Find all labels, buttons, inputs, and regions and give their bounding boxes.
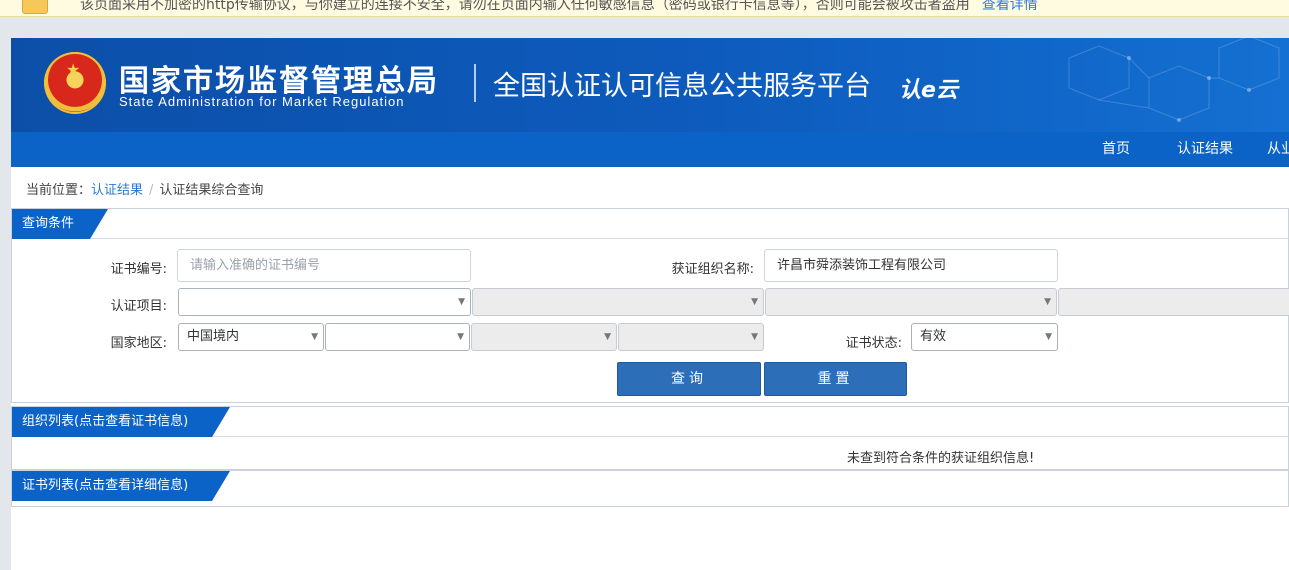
cert-status-select[interactable]: 有效 ▼ — [911, 323, 1058, 351]
breadcrumb-prefix: 当前位置： — [26, 183, 92, 198]
org-list-header: 组织列表(点击查看证书信息) — [12, 407, 1288, 437]
query-panel-title: 查询条件 — [12, 209, 108, 239]
cert-number-label: 证书编号: — [110, 262, 167, 277]
cert-list-title: 证书列表(点击查看详细信息) — [12, 471, 230, 501]
chevron-down-icon: ▼ — [604, 332, 611, 342]
region-select-2[interactable]: ▼ — [325, 323, 470, 351]
platform-title: 全国认证认可信息公共服务平台 — [493, 71, 871, 102]
cert-project-select-4 — [1058, 288, 1289, 316]
site-banner: ★ 国家市场监督管理总局 State Administration for Ma… — [11, 38, 1289, 132]
chevron-down-icon: ▼ — [751, 332, 758, 342]
chevron-down-icon: ▼ — [1044, 297, 1051, 307]
cert-list-header: 证书列表(点击查看详细信息) — [12, 471, 1288, 501]
cert-project-select-3: ▼ — [765, 288, 1057, 316]
view-details-link[interactable]: 查看详情 — [982, 0, 1038, 13]
region-select-4: ▼ — [618, 323, 764, 351]
cert-project-select-2: ▼ — [472, 288, 764, 316]
breadcrumb-link-cert-results[interactable]: 认证结果 — [91, 183, 143, 198]
chevron-down-icon: ▼ — [311, 332, 318, 342]
nav-item-home[interactable]: 首页 — [1102, 132, 1130, 167]
cert-list-panel: 证书列表(点击查看详细信息) — [11, 470, 1289, 507]
org-name-input[interactable]: 许昌市舜添装饰工程有限公司 — [764, 249, 1058, 282]
breadcrumb-separator: / — [149, 183, 154, 198]
security-warning-text: 该页面采用不加密的http传输协议，与你建立的连接不安全，请勿在页面内输入任何敏… — [80, 0, 1038, 14]
org-name-label: 获证组织名称: — [671, 262, 754, 277]
region-value-1: 中国境内 — [187, 329, 240, 344]
org-list-title: 组织列表(点击查看证书信息) — [12, 407, 230, 437]
nav-item-practitioner[interactable]: 从业 — [1267, 132, 1289, 167]
nav-item-cert-results[interactable]: 认证结果 — [1177, 132, 1233, 167]
main-nav: 首页 认证结果 从业 — [11, 132, 1289, 167]
chevron-down-icon: ▼ — [457, 332, 464, 342]
banner-divider — [474, 64, 476, 102]
query-panel-header: 查询条件 — [12, 209, 1288, 239]
national-emblem-icon: ★ — [44, 52, 106, 114]
chevron-down-icon: ▼ — [1045, 332, 1052, 342]
reset-button[interactable]: 重置 — [764, 362, 907, 396]
region-label: 国家地区: — [110, 336, 167, 351]
breadcrumb-current: 认证结果综合查询 — [159, 183, 264, 198]
chevron-down-icon: ▼ — [751, 297, 758, 307]
org-list-panel: 组织列表(点击查看证书信息) — [11, 406, 1289, 470]
breadcrumb: 当前位置：认证结果 / 认证结果综合查询 — [26, 179, 263, 198]
chevron-down-icon: ▼ — [458, 297, 465, 307]
security-warning-bar: 该页面采用不加密的http传输协议，与你建立的连接不安全，请勿在页面内输入任何敏… — [0, 0, 1289, 17]
region-select-1[interactable]: 中国境内 ▼ — [178, 323, 324, 351]
region-select-3: ▼ — [471, 323, 617, 351]
cert-status-label: 证书状态: — [845, 336, 902, 351]
agency-name-en: State Administration for Market Regulati… — [119, 94, 405, 109]
cert-project-label: 认证项目: — [110, 299, 167, 314]
warning-icon — [22, 0, 48, 14]
platform-logo: 认e云 — [899, 78, 958, 103]
search-button[interactable]: 查询 — [617, 362, 761, 396]
cert-project-select-1[interactable]: ▼ — [178, 288, 471, 316]
cert-status-value: 有效 — [920, 329, 947, 344]
network-pattern-decoration — [1068, 38, 1280, 122]
cert-number-input[interactable]: 请输入准确的证书编号 — [177, 249, 471, 282]
page-main: ★ 国家市场监督管理总局 State Administration for Ma… — [11, 38, 1289, 570]
query-panel: 查询条件 证书编号: 请输入准确的证书编号 获证组织名称: 许昌市舜添装饰工程有… — [11, 208, 1289, 403]
org-list-empty-message: 未查到符合条件的获证组织信息! — [847, 451, 1035, 466]
